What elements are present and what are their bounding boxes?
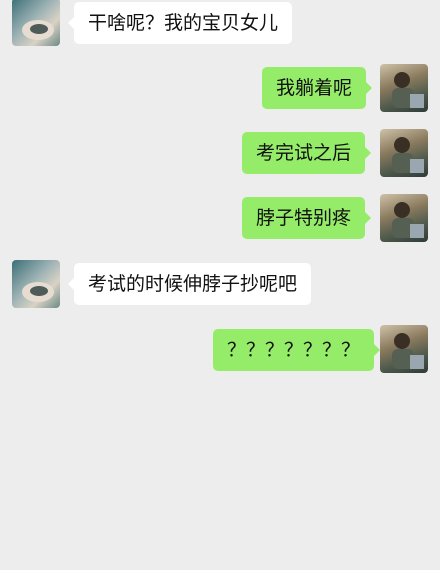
avatar[interactable] [380,325,428,373]
contact-avatar-image [22,20,54,40]
message-text: 脖子特别疼 [256,207,352,229]
contact-avatar-image [22,282,54,302]
message-text: 干啥呢？我的宝贝女儿 [88,12,279,34]
user-avatar-image [392,202,424,238]
avatar[interactable] [380,64,428,112]
user-avatar-image [392,137,424,173]
message-text: 考完试之后 [256,142,352,164]
message-bubble-outgoing[interactable]: 脖子特别疼 [242,197,372,239]
message-bubble-incoming[interactable]: 考试的时候伸脖子抄呢吧 [67,263,312,305]
user-avatar-image [392,333,424,369]
user-avatar-image [392,72,424,108]
message-bubble-outgoing[interactable]: 我躺着呢 [262,67,373,109]
avatar[interactable] [380,129,428,177]
message-text: ？？？？？？？ [227,339,361,361]
avatar[interactable] [380,194,428,242]
message-bubble-incoming[interactable]: 干啥呢？我的宝贝女儿 [67,2,293,44]
message-text: 考试的时候伸脖子抄呢吧 [88,273,298,295]
chat-conversation: 干啥呢？我的宝贝女儿 我躺着呢 考完试之后 脖子特别疼 考试的时候伸脖子抄呢吧 … [0,0,440,570]
message-bubble-outgoing[interactable]: ？？？？？？？ [213,329,381,371]
avatar[interactable] [12,260,60,308]
message-bubble-outgoing[interactable]: 考完试之后 [242,132,372,174]
message-text: 我躺着呢 [276,77,353,99]
avatar[interactable] [12,0,60,46]
